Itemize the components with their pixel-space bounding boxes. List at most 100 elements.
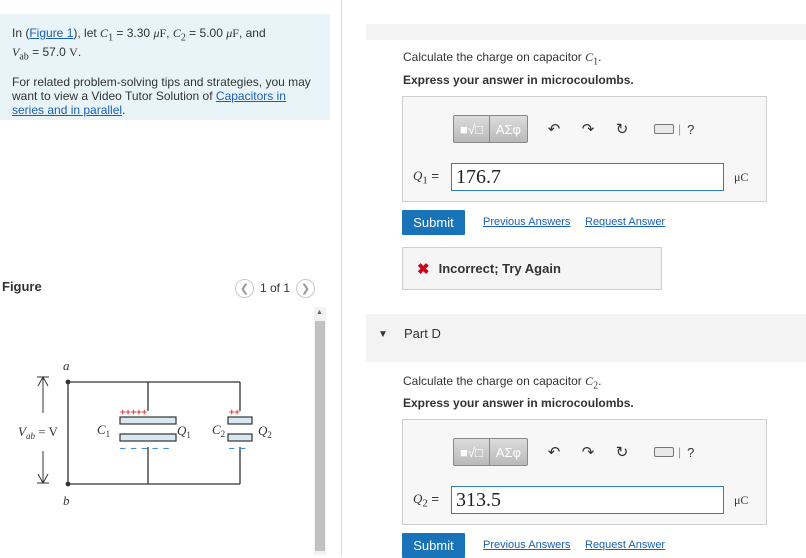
part-c-submit-button[interactable]: Submit <box>402 210 465 235</box>
terminal-a-dot <box>65 379 71 385</box>
header-strip <box>366 24 806 40</box>
c1-symbol: C <box>100 26 109 40</box>
prompt-text: Calculate the charge on capacitor <box>403 374 586 388</box>
prompt-text: . <box>598 50 602 64</box>
c1-letter: C <box>97 422 106 437</box>
answer-symbol: Q <box>413 167 423 183</box>
math-toolbar: ■√□ ΑΣφ ↶ ↷ ↻ | ? <box>453 115 694 143</box>
figure-scrollbar[interactable]: ▲ <box>314 307 326 555</box>
c2-top-plate <box>227 416 253 425</box>
c1-bottom-plate <box>119 433 177 442</box>
chevron-right-icon[interactable]: ❯ <box>296 278 316 298</box>
tips-text: For related problem-solving tips and str… <box>12 75 320 117</box>
help-icon[interactable]: ? <box>687 445 694 460</box>
figure-heading: Figure <box>2 279 42 294</box>
figure-pager: ❮ 1 of 1 ❯ <box>235 278 316 298</box>
c2-value: = 5.00 <box>185 26 227 40</box>
part-c-previous-answers-link[interactable]: Previous Answers <box>483 216 570 228</box>
chevron-left-icon[interactable]: ❮ <box>235 278 254 298</box>
q2-answer-input[interactable]: 313.5 <box>451 486 724 514</box>
problem-text-part: , <box>166 26 173 40</box>
redo-icon[interactable]: ↷ <box>580 120 596 138</box>
scrollbar-thumb[interactable] <box>315 321 325 551</box>
keyboard-icon[interactable] <box>653 447 674 457</box>
part-c-answer-box: ■√□ ΑΣφ ↶ ↷ ↻ | ? Q1 = 176.7 μC <box>402 96 767 202</box>
part-d-instruction: Express your answer in microcoulombs. <box>403 396 634 410</box>
part-d-answer-box: ■√□ ΑΣφ ↶ ↷ ↻ | ? Q2 = 313.5 μC <box>402 419 767 525</box>
vab-label: Vab = V <box>18 424 59 441</box>
vab-eq: = V <box>35 424 59 439</box>
prompt-text: Calculate the charge on capacitor <box>403 50 586 64</box>
volt-unit: V <box>69 45 78 60</box>
c2-label: C2 <box>212 422 225 439</box>
answer-unit: μC <box>734 492 749 507</box>
part-c-answer-row: Q1 = 176.7 μC <box>413 163 748 191</box>
feedback-text: Incorrect; Try Again <box>438 261 561 276</box>
problem-text-part: , and <box>238 26 266 40</box>
prompt-text: . <box>598 374 602 388</box>
feedback-panel: ✖ Incorrect; Try Again <box>402 247 662 290</box>
part-c-request-answer-link[interactable]: Request Answer <box>585 216 665 228</box>
answer-label: Q2 = <box>413 491 451 510</box>
problem-text-part: In ( <box>12 26 30 40</box>
q1-label: Q1 <box>177 423 191 440</box>
part-d-submit-button[interactable]: Submit <box>402 533 465 558</box>
undo-icon[interactable]: ↶ <box>546 443 562 461</box>
greek-button[interactable]: ΑΣφ <box>488 439 527 465</box>
q2-label: Q2 <box>258 423 272 440</box>
part-d-title[interactable]: Part D <box>404 326 441 341</box>
c2-symbol: C <box>172 26 181 40</box>
answer-symbol: Q <box>413 490 423 506</box>
q1-sub: 1 <box>186 430 191 440</box>
reset-icon[interactable]: ↻ <box>614 120 630 138</box>
figure-link[interactable]: Figure 1 <box>29 26 73 40</box>
template-group: ■√□ ΑΣφ <box>453 438 528 466</box>
node-a-label: a <box>63 358 70 373</box>
templates-icon[interactable]: ■√□ <box>454 116 489 142</box>
undo-icon[interactable]: ↶ <box>546 120 562 138</box>
problem-text-part: ), let <box>73 26 101 40</box>
vab-subscript: ab <box>19 51 29 63</box>
c1-label: C1 <box>97 422 110 439</box>
node-b-label: b <box>63 493 70 508</box>
problem-text: In (Figure 1), let C1 = 3.30 μF, C2 = 5.… <box>12 26 320 65</box>
terminal-b-dot <box>65 481 71 487</box>
column-divider <box>341 0 342 555</box>
c2-plus-charges: ++ <box>229 408 240 418</box>
c2-minus-charges: – – <box>229 444 246 454</box>
greek-button[interactable]: ΑΣφ <box>488 116 527 142</box>
part-c-instruction: Express your answer in microcoulombs. <box>403 73 634 87</box>
keyboard-icon[interactable] <box>653 124 674 134</box>
c2-letter: C <box>212 422 221 437</box>
answer-equals: = <box>427 490 440 506</box>
part-d-request-answer-link[interactable]: Request Answer <box>585 539 665 551</box>
part-d-answer-row: Q2 = 313.5 μC <box>413 486 748 514</box>
q1-answer-input[interactable]: 176.7 <box>451 163 724 191</box>
scroll-up-icon[interactable]: ▲ <box>316 309 323 316</box>
c1-value: = 3.30 <box>113 26 154 40</box>
pager-text: 1 of 1 <box>260 281 291 295</box>
reset-icon[interactable]: ↻ <box>614 443 630 461</box>
toolbar-separator: | <box>677 122 682 136</box>
toolbar-separator: | <box>677 445 682 459</box>
q2-sub: 2 <box>267 430 272 440</box>
redo-icon[interactable]: ↷ <box>580 443 596 461</box>
prompt-symbol: C <box>585 50 594 64</box>
part-d-previous-answers-link[interactable]: Previous Answers <box>483 539 570 551</box>
c1-sub: 1 <box>106 429 111 439</box>
part-d-prompt: Calculate the charge on capacitor C2. <box>403 374 601 391</box>
problem-statement: In (Figure 1), let C1 = 3.30 μF, C2 = 5.… <box>0 14 330 120</box>
vab-value: = 57.0 <box>28 45 70 60</box>
farad-unit: F <box>232 26 239 40</box>
problem-text-part: . <box>77 45 82 60</box>
part-c-prompt: Calculate the charge on capacitor C1. <box>403 50 601 67</box>
caret-down-icon[interactable]: ▼ <box>378 329 388 340</box>
answer-unit: μC <box>734 169 749 184</box>
templates-icon[interactable]: ■√□ <box>454 439 489 465</box>
circuit-diagram: +++++ – – – – – ++ – – a b Vab = V C1 Q1… <box>18 358 272 508</box>
c1-plus-charges: +++++ <box>120 408 148 418</box>
answer-label: Q1 = <box>413 168 451 187</box>
c2-bottom-plate <box>227 433 253 442</box>
x-icon: ✖ <box>417 260 430 278</box>
help-icon[interactable]: ? <box>687 122 694 137</box>
